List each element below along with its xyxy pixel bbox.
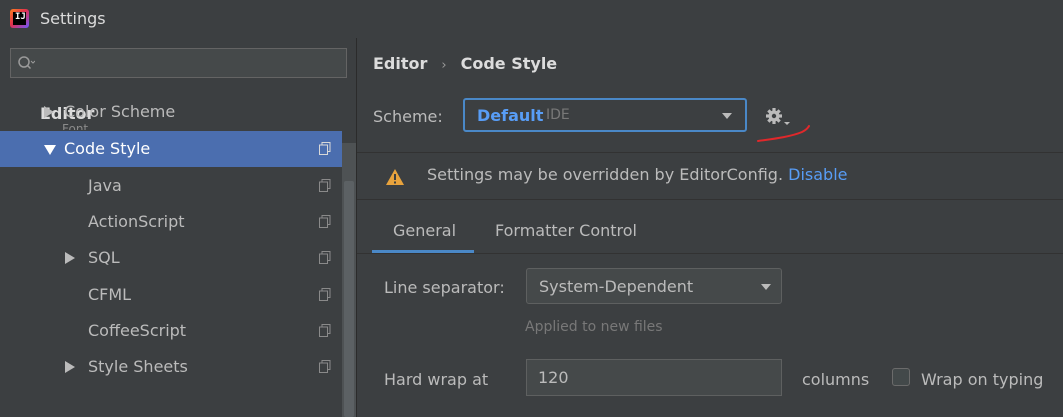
- disable-link[interactable]: Disable: [788, 165, 847, 184]
- window-title: Settings: [40, 9, 106, 28]
- sidebar-item-cfml[interactable]: CFML: [0, 277, 342, 313]
- sidebar-item-sql[interactable]: SQL: [0, 240, 342, 276]
- breadcrumb: Editor › Code Style: [373, 54, 557, 73]
- scheme-label: Scheme:: [373, 107, 443, 126]
- sidebar-item-coffeescript[interactable]: CoffeeScript: [0, 313, 342, 349]
- tab-formatter-control[interactable]: Formatter Control: [495, 221, 637, 240]
- wrap-on-typing-label[interactable]: Wrap on typing: [921, 370, 1043, 389]
- hard-wrap-unit: columns: [802, 370, 870, 389]
- hard-wrap-label: Hard wrap at: [384, 370, 489, 389]
- sidebar-item-label: Java: [88, 176, 122, 195]
- sidebar-item-label: Color Scheme: [64, 102, 176, 121]
- project-copy-icon: [319, 288, 331, 301]
- intellij-app-icon: IJ: [10, 9, 29, 28]
- sidebar-item-color-scheme[interactable]: Color Scheme: [0, 94, 342, 130]
- project-copy-icon: [319, 142, 331, 155]
- warning-icon: [386, 169, 404, 185]
- sidebar-item-label: CFML: [88, 285, 132, 304]
- editorconfig-warning-banner: Settings may be overridden by EditorConf…: [357, 152, 1063, 200]
- hard-wrap-input[interactable]: 120: [526, 359, 782, 396]
- sidebar-item-label: SQL: [88, 248, 120, 267]
- expand-arrow-right-icon[interactable]: [44, 106, 54, 118]
- project-copy-icon: [319, 251, 331, 264]
- breadcrumb-separator: ›: [441, 58, 447, 73]
- settings-search-input[interactable]: [10, 48, 347, 78]
- project-copy-icon: [319, 324, 331, 337]
- sidebar-item-code-style[interactable]: Code Style: [0, 131, 342, 167]
- tab-general[interactable]: General: [393, 221, 456, 240]
- sidebar-item-actionscript[interactable]: ActionScript: [0, 204, 342, 240]
- hard-wrap-value: 120: [538, 368, 569, 387]
- line-separator-hint: Applied to new files: [525, 319, 663, 335]
- banner-message: Settings may be overridden by EditorConf…: [427, 165, 847, 184]
- search-icon: [18, 56, 35, 70]
- title-bar: IJ Settings: [0, 0, 1063, 38]
- wrap-on-typing-checkbox[interactable]: [892, 368, 910, 386]
- scheme-name: Default: [477, 106, 544, 125]
- sidebar-item-label: CoffeeScript: [88, 321, 187, 340]
- expand-arrow-right-icon[interactable]: [65, 361, 75, 373]
- sidebar-item-label: Code Style: [64, 139, 151, 158]
- chevron-down-icon: [761, 284, 771, 290]
- line-separator-dropdown[interactable]: System-Dependent: [526, 268, 782, 304]
- sidebar-item-label: Style Sheets: [88, 357, 188, 376]
- code-style-tabs: General Formatter Control: [357, 199, 1063, 254]
- sidebar-scrollbar-thumb[interactable]: [344, 181, 354, 417]
- project-copy-icon: [319, 215, 331, 228]
- breadcrumb-current: Code Style: [460, 54, 558, 73]
- active-tab-indicator: [372, 250, 474, 253]
- banner-text: Settings may be overridden by EditorConf…: [427, 165, 784, 184]
- sidebar-item-label: ActionScript: [88, 212, 185, 231]
- expand-arrow-down-icon[interactable]: [44, 145, 56, 155]
- scheme-kind: IDE: [546, 107, 570, 123]
- line-separator-label: Line separator:: [384, 278, 505, 297]
- chevron-down-icon: [722, 113, 732, 119]
- sidebar-item-style-sheets[interactable]: Style Sheets: [0, 349, 342, 385]
- project-copy-icon: [319, 179, 331, 192]
- project-copy-icon: [319, 360, 331, 373]
- settings-sidebar: Font Editor Color Scheme Code Style Java Ac…: [0, 38, 356, 417]
- expand-arrow-right-icon[interactable]: [65, 252, 75, 264]
- scheme-dropdown[interactable]: Default IDE: [463, 98, 747, 132]
- breadcrumb-parent[interactable]: Editor: [373, 54, 427, 73]
- sidebar-item-java[interactable]: Java: [0, 168, 342, 204]
- line-separator-value: System-Dependent: [539, 277, 694, 296]
- red-annotation-mark: [757, 125, 810, 142]
